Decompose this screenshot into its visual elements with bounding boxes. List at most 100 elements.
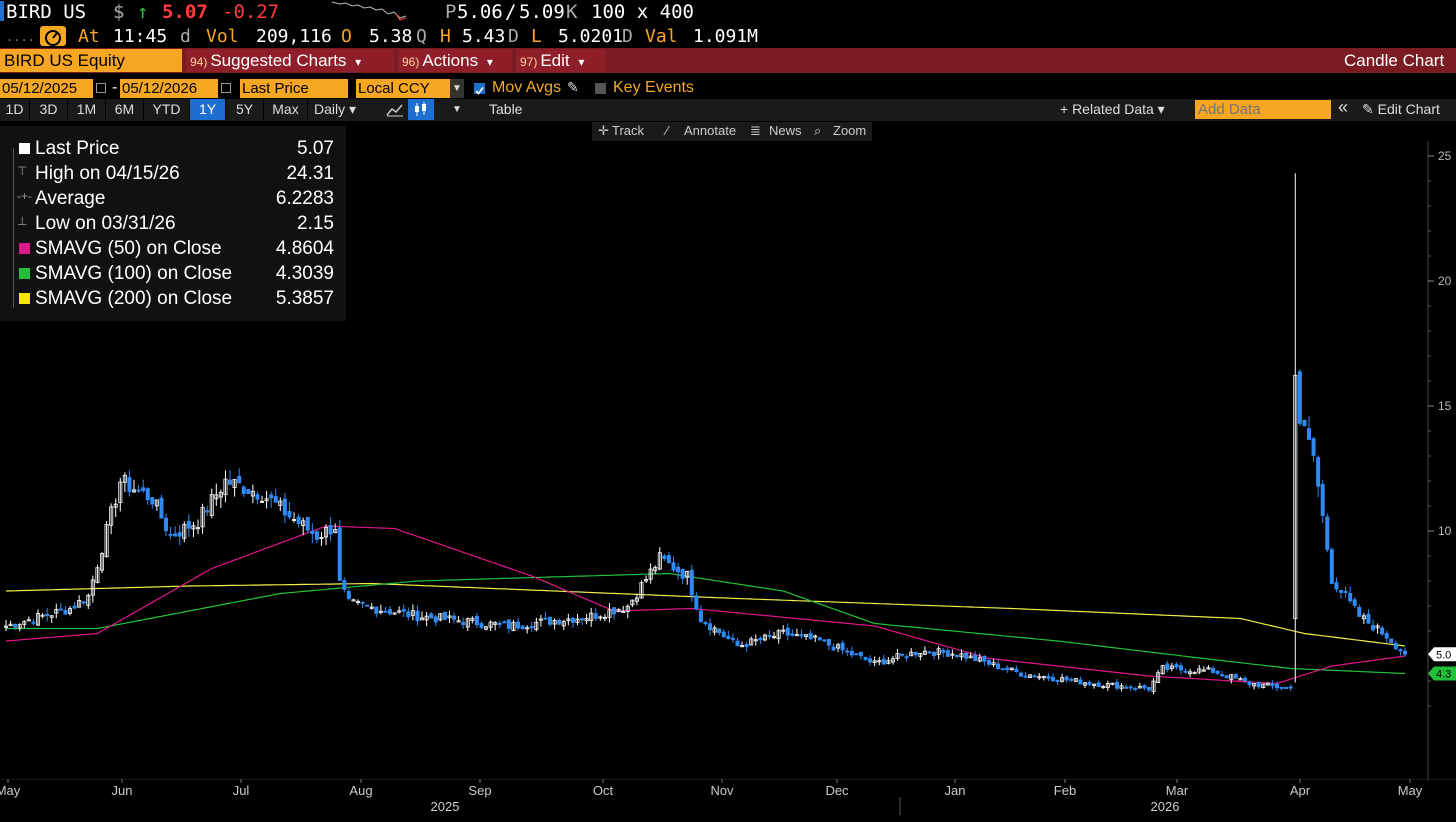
legend-swatch [19,143,30,154]
period-1d[interactable]: 1D [0,99,30,120]
crosshair-icon[interactable]: ✛ [598,123,609,139]
news-tool[interactable]: News [769,123,802,138]
legend-row[interactable]: ⊥ Low on 03/31/26 2.15 [0,211,346,236]
candle-body [442,611,447,620]
frequency-select[interactable]: Daily ▾ [314,99,356,120]
calendar-icon[interactable] [221,83,231,93]
chart-tools: ✛ Track ∕ Annotate ≣ News ⌕ Zoom [592,122,872,141]
period-5y[interactable]: 5Y [226,99,264,120]
candle-body [662,555,667,559]
chart-legend: Last Price 5.07 ⊤ High on 04/15/26 24.31 -+- A… [0,126,346,321]
candle-body [543,617,548,620]
security-field[interactable]: BIRD US Equity [0,49,182,72]
legend-row[interactable]: SMAVG (50) on Close 4.8604 [0,236,346,261]
track-tool[interactable]: Track [612,123,644,138]
news-icon[interactable]: ≣ [750,123,761,139]
candle-body [1064,676,1069,681]
low-exchange: D [622,26,633,47]
volume: 209,116 [256,26,332,47]
chevron-down-icon: ▾ [355,55,362,69]
candle-body [1288,686,1293,689]
high-price: 5.43 [462,26,506,47]
candle-body [433,616,438,623]
chevron-down-icon[interactable]: ▼ [452,99,462,120]
annotate-tool[interactable]: Annotate [684,123,736,138]
magnifier-icon[interactable]: ⌕ [814,123,821,139]
x-tick-label: Feb [1054,783,1076,798]
candle-body [282,498,287,516]
ask-price: 5.09 [519,1,565,23]
candle-body [1297,371,1302,424]
edit-chart-button[interactable]: ✎ Edit Chart [1362,99,1440,120]
period-6m[interactable]: 6M [106,99,144,120]
candle-body [479,623,484,628]
candle-body [415,610,420,622]
legend-row[interactable]: SMAVG (200) on Close 5.3857 [0,286,346,311]
candle-body [58,608,63,611]
legend-row[interactable]: Last Price 5.07 [0,136,346,161]
period-1m[interactable]: 1M [68,99,106,120]
candle-body [1078,679,1083,685]
legend-label: High on 04/15/26 [35,163,180,184]
x-tick-label: Jul [233,783,250,798]
key-events-label: Key Events [613,79,694,96]
candle-body [1338,589,1343,593]
candle-body [986,660,991,665]
candle-body [1014,668,1019,673]
period-max[interactable]: Max [264,99,308,120]
up-arrow-icon: ↑ [137,1,149,23]
candle-body [1306,428,1311,440]
collapse-icon[interactable]: « [1338,97,1348,118]
table-button[interactable]: Table [489,99,522,120]
mov-avgs-checkbox[interactable] [474,83,485,95]
candle-body [1366,613,1371,624]
candle-body [1352,599,1357,606]
edit-num: 97) [520,55,538,69]
related-data-button[interactable]: + Related Data ▾ [1060,99,1165,120]
currency-select[interactable]: Local CCY [356,79,450,98]
candle-body [502,621,507,624]
candle-body [954,654,959,657]
zoom-tool[interactable]: Zoom [833,123,866,138]
suggested-charts-button[interactable]: 94) Suggested Charts ▾ [186,49,394,72]
chevron-down-icon[interactable]: ▼ [450,79,464,98]
candle-body [452,615,457,620]
candle-body [863,656,868,661]
field-select[interactable]: Last Price [240,79,348,98]
candle-body [927,651,932,654]
candle-body [246,488,251,495]
candle-body [557,619,562,625]
security-label: BIRD US Equity [4,51,125,70]
period-1y[interactable]: 1Y [190,99,226,120]
x-tick-label: Apr [1290,783,1311,798]
candle-body [388,609,393,615]
candle-chart-icon[interactable] [408,99,434,120]
edit-button[interactable]: 97) Edit ▾ [516,49,606,72]
pencil-icon[interactable]: ✎ [567,79,579,96]
key-events-checkbox[interactable] [595,83,606,94]
candle-body [758,637,763,641]
candle-body [799,634,804,637]
legend-row[interactable]: -+- Average 6.2283 [0,186,346,211]
high-exchange: D [508,26,519,47]
ticker[interactable]: BIRD US [6,1,86,23]
candle-body [593,613,598,619]
end-date-input[interactable]: 05/12/2026 [120,79,218,98]
candle-body [1210,668,1215,673]
period-3d[interactable]: 3D [30,99,68,120]
candle-body [767,634,772,637]
candle-body [854,653,859,656]
add-data-input[interactable] [1195,100,1331,119]
annotate-icon[interactable]: ∕ [666,123,668,138]
actions-button[interactable]: 96) Actions ▾ [398,49,512,72]
bid-ask-separator: / [505,1,517,23]
legend-row[interactable]: ⊤ High on 04/15/26 24.31 [0,161,346,186]
period-ytd[interactable]: YTD [144,99,190,120]
start-date-input[interactable]: 05/12/2025 [0,79,93,98]
line-chart-icon[interactable] [386,102,404,117]
legend-row[interactable]: SMAVG (100) on Close 4.3039 [0,261,346,286]
candle-body [932,651,937,657]
speedometer-icon[interactable] [40,26,66,46]
calendar-icon[interactable] [96,83,106,93]
candle-body [520,625,525,630]
